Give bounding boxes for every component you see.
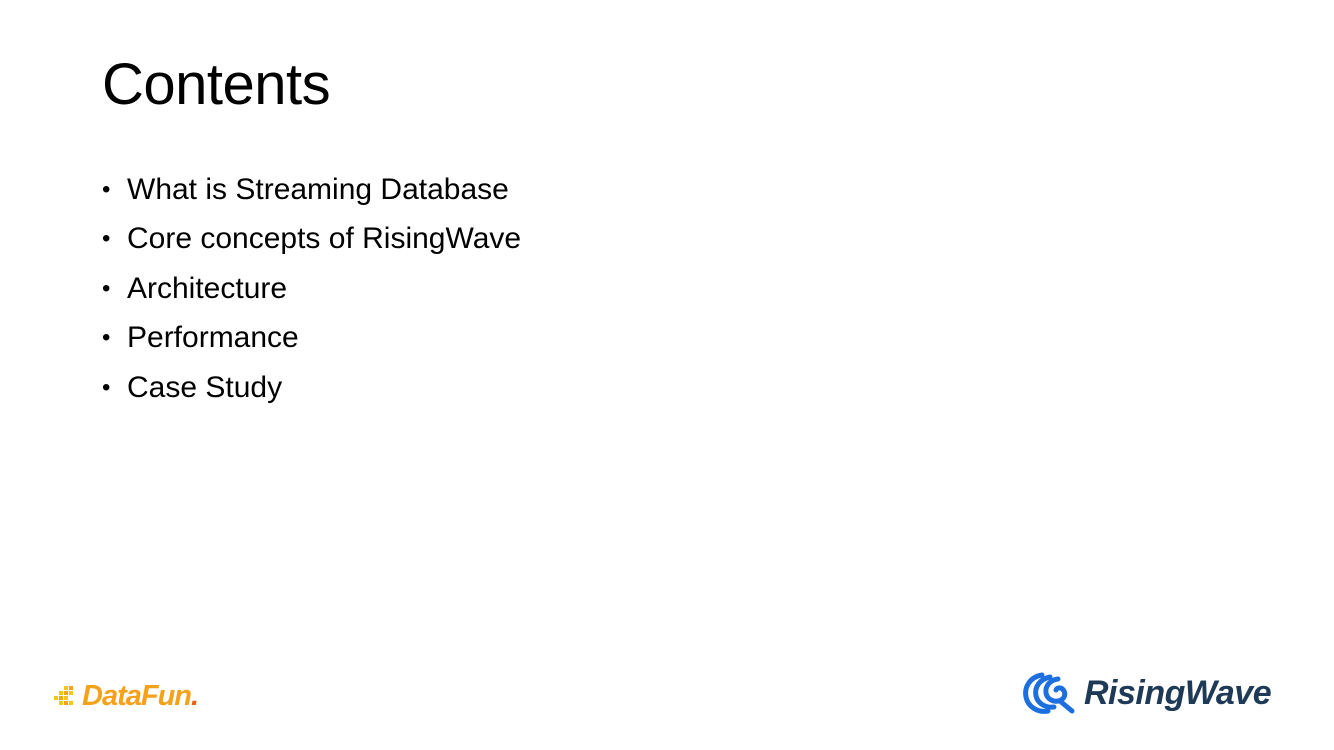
slide-title: Contents — [102, 52, 331, 117]
datafun-logo: DataFun. — [54, 678, 199, 714]
list-item: • Performance — [102, 314, 521, 364]
list-item-text: Performance — [127, 321, 299, 355]
bullet-icon: • — [102, 274, 111, 302]
bullet-icon: • — [102, 175, 111, 203]
list-item: • Architecture — [102, 264, 521, 314]
risingwave-wordmark: RisingWave — [1084, 673, 1272, 712]
wave-icon — [1023, 672, 1075, 714]
list-item-text: Architecture — [127, 271, 288, 305]
list-item: • Core concepts of RisingWave — [102, 215, 521, 265]
bullet-icon: • — [102, 373, 111, 401]
risingwave-logo: RisingWave — [1020, 670, 1272, 716]
pixel-squares-icon — [54, 686, 73, 705]
list-item: • What is Streaming Database — [102, 165, 521, 215]
list-item-text: What is Streaming Database — [127, 172, 509, 206]
contents-list: • What is Streaming Database • Core conc… — [102, 165, 521, 413]
bullet-icon: • — [102, 225, 111, 253]
list-item-text: Core concepts of RisingWave — [127, 222, 522, 256]
list-item-text: Case Study — [127, 370, 283, 404]
list-item: • Case Study — [102, 363, 521, 413]
datafun-wordmark: DataFun. — [82, 679, 199, 712]
bullet-icon: • — [102, 324, 111, 352]
